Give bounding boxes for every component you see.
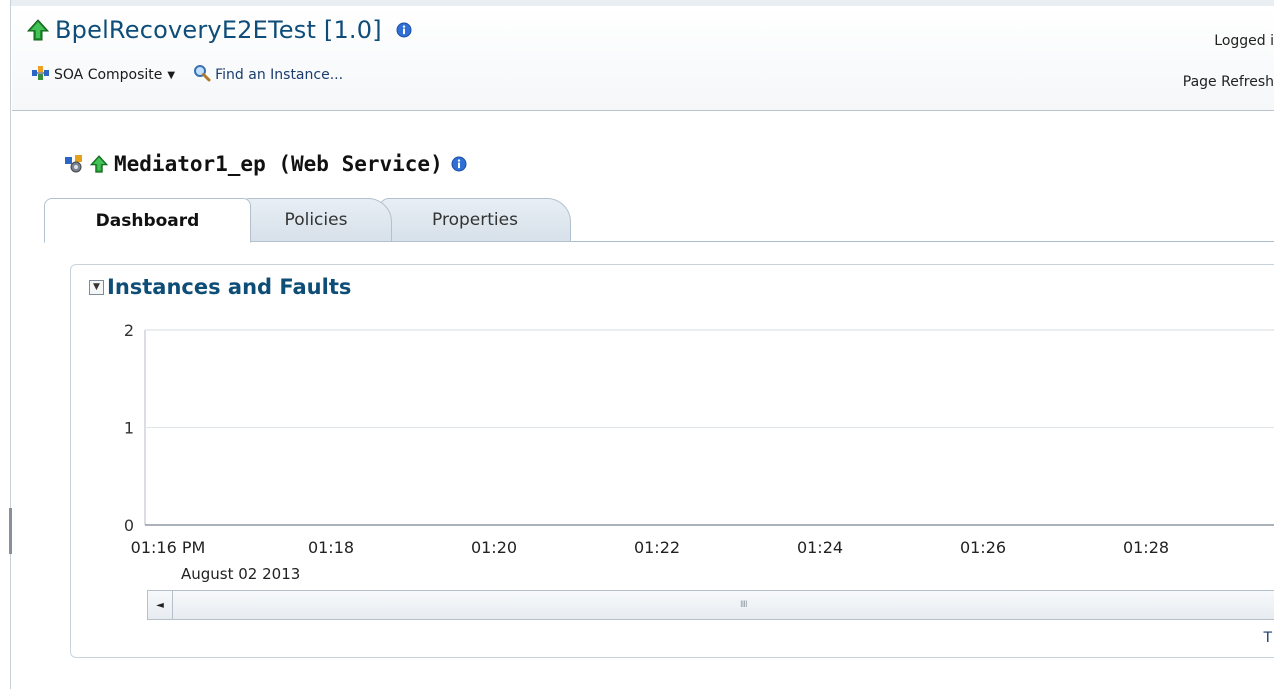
tab-dashboard[interactable]: Dashboard <box>44 198 251 243</box>
x-tick-label: 01:24 <box>797 538 843 557</box>
arrow-left-icon: ◄ <box>156 599 164 611</box>
scroll-thumb-grip[interactable]: IIII <box>740 600 748 610</box>
x-tick-label: 01:22 <box>634 538 680 557</box>
x-tick-label: 01:28 <box>1123 538 1169 557</box>
chart-horizontal-scrollbar[interactable]: ◄ IIII <box>147 590 1274 620</box>
y-tick-label: 1 <box>124 419 134 438</box>
x-tick-label: 01:16 PM <box>131 538 206 557</box>
instances-chart: 0 1 2 01:16 PM 01:18 01:20 01:22 01:24 01:26 01:2… <box>124 321 1274 583</box>
y-tick-label: 0 <box>124 516 134 535</box>
partial-link-text[interactable]: T <box>1263 630 1272 646</box>
y-tick-label: 2 <box>124 321 134 340</box>
scroll-left-button[interactable]: ◄ <box>148 591 173 619</box>
x-tick-label: 01:18 <box>308 538 354 557</box>
x-tick-label: 01:20 <box>471 538 517 557</box>
x-axis-date-label: August 02 2013 <box>181 565 300 583</box>
x-tick-label: 01:26 <box>960 538 1006 557</box>
tab-label: Dashboard <box>95 210 200 231</box>
